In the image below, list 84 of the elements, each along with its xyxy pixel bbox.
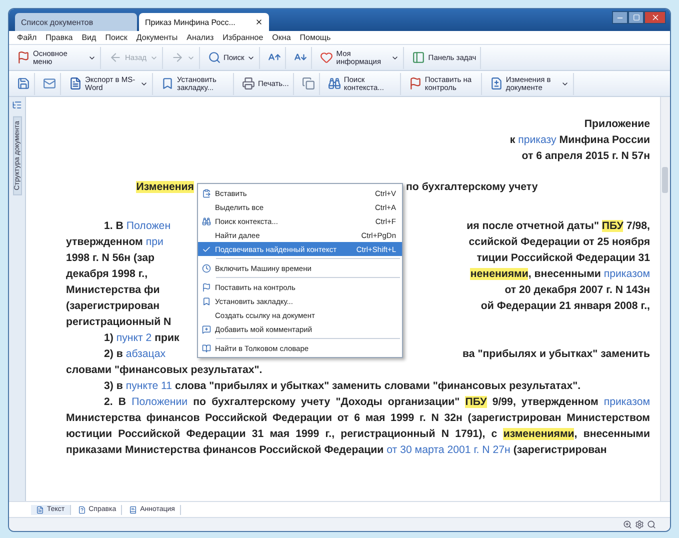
scrollbar[interactable] bbox=[660, 97, 670, 501]
document-link[interactable]: приказом bbox=[604, 396, 650, 408]
document-link[interactable]: пункт 2 bbox=[116, 332, 152, 344]
document-text: ой Федерации 21 января 2008 г., bbox=[480, 300, 650, 312]
document-text: Министерства фи bbox=[66, 284, 160, 296]
clock-icon bbox=[202, 264, 210, 272]
forward-arrow-icon bbox=[170, 51, 184, 64]
flag-icon bbox=[17, 51, 30, 64]
menu-item[interactable]: Поиск bbox=[105, 33, 128, 42]
maximize-icon bbox=[632, 14, 640, 21]
flag-icon bbox=[202, 282, 210, 292]
document-link[interactable]: приказом bbox=[604, 268, 650, 280]
document-tab[interactable]: Приказ Минфина Росс... bbox=[139, 13, 269, 31]
document-text: 1) пункт 2 прик bbox=[104, 332, 180, 344]
close-icon[interactable] bbox=[255, 18, 263, 26]
menu-item[interactable]: Файл bbox=[17, 33, 37, 42]
search-highlight: Изменения bbox=[136, 181, 194, 193]
document-link[interactable]: абзацах bbox=[126, 348, 166, 360]
document-link[interactable]: при bbox=[146, 236, 164, 248]
menu-item[interactable]: Окна bbox=[272, 33, 291, 42]
document-text: ссийской Федерации от 25 ноября bbox=[468, 236, 650, 248]
search-icon bbox=[208, 51, 220, 64]
document-text: от 6 апреля 2015 г. N 57н bbox=[520, 149, 650, 164]
mail-icon bbox=[43, 77, 56, 90]
panel-icon bbox=[412, 51, 426, 64]
tree-icon[interactable] bbox=[12, 100, 22, 110]
document-text: тиции Российской Федерации 31 bbox=[476, 252, 650, 264]
document-text: ненениями, внесенными приказом bbox=[470, 268, 650, 280]
document-link[interactable]: пункте 11 bbox=[126, 380, 172, 392]
book-icon bbox=[202, 344, 210, 352]
menu-item[interactable]: Вид bbox=[82, 33, 96, 42]
menu-item[interactable]: Помощь bbox=[300, 33, 331, 42]
document-icon bbox=[69, 77, 82, 90]
binoculars-icon bbox=[202, 216, 210, 226]
document-icon bbox=[129, 506, 138, 514]
document-text: декабря 1998 г., bbox=[66, 268, 148, 280]
document-link[interactable]: от 30 марта 2001 г. N 27н bbox=[386, 444, 510, 456]
document-text: Приложение bbox=[583, 117, 650, 132]
document-text: к приказу Минфина России bbox=[508, 133, 650, 148]
document-heading: по бухгалтерскому учету bbox=[406, 181, 538, 193]
document-text: 1998 г. N 56н (зар bbox=[66, 252, 154, 264]
zoom-icon[interactable] bbox=[623, 520, 632, 529]
search-icon[interactable] bbox=[647, 520, 656, 529]
document-icon bbox=[36, 506, 44, 514]
copy-icon bbox=[302, 77, 315, 90]
binoculars-icon bbox=[328, 77, 341, 90]
document-link[interactable]: Положен bbox=[126, 220, 171, 232]
document-text: ва "прибылях и убытках" заменить bbox=[462, 348, 650, 360]
heart-icon bbox=[320, 51, 334, 64]
flag-icon bbox=[408, 77, 422, 90]
paragraph: словами "финансовых результатах". bbox=[66, 363, 264, 378]
close-icon bbox=[650, 13, 660, 22]
document-text: утвержденном при bbox=[66, 236, 164, 248]
minimize-button[interactable] bbox=[612, 11, 628, 24]
clipboard-icon bbox=[202, 188, 210, 198]
document-text: регистрационный N bbox=[66, 316, 172, 328]
bookmark-icon bbox=[202, 296, 210, 306]
search-highlight: изменениями bbox=[503, 428, 574, 440]
menu-item[interactable]: Правка bbox=[46, 33, 73, 42]
paragraph: 2. В Положении по бухгалтерскому учету "Доходы организации" ПБУ 9/99, утвержденном приказом Министерства финансов Российской Федерации от 6 мая 1999 г. N 32н (зарегистрирован Министерством юстиции Российской Федерации 31 мая 1999 г., регистрационный N 1791), с изменениями, внесенными приказами Министерства финансов Российской Федерации от 30 марта 2001 г. N 27н (зарегистрирован bbox=[66, 395, 650, 458]
menu-item[interactable]: Анализ bbox=[186, 33, 214, 42]
document-diff-icon bbox=[490, 77, 503, 90]
menu-item[interactable]: Документы bbox=[136, 33, 178, 42]
printer-icon bbox=[242, 77, 255, 90]
document-text: 1. В Положен bbox=[104, 220, 171, 232]
document-link[interactable]: Положении bbox=[132, 396, 188, 408]
document-text: от 20 декабря 2007 г. N 143н bbox=[504, 284, 650, 296]
back-arrow-icon bbox=[109, 51, 122, 64]
search-highlight: ненениями bbox=[470, 268, 528, 280]
bookmark-icon bbox=[161, 77, 174, 90]
document-icon bbox=[78, 506, 86, 514]
save-icon bbox=[17, 77, 30, 90]
search-highlight: ПБУ bbox=[465, 396, 487, 408]
close-button[interactable] bbox=[644, 11, 666, 24]
document-text: 2) в абзацах bbox=[104, 348, 166, 360]
check-icon bbox=[202, 244, 210, 254]
document-tab[interactable]: Список документов bbox=[15, 13, 137, 31]
menu-item[interactable]: Избранное bbox=[222, 33, 264, 42]
gear-icon[interactable] bbox=[635, 520, 644, 529]
comment-icon bbox=[202, 324, 210, 334]
maximize-button[interactable] bbox=[628, 11, 644, 24]
document-text: (зарегистрирован bbox=[66, 300, 160, 312]
document-link[interactable]: приказу bbox=[518, 134, 556, 146]
paragraph: 3) в пункте 11 слова "прибылях и убытках" заменить словами "финансовых результатах". bbox=[103, 379, 582, 394]
